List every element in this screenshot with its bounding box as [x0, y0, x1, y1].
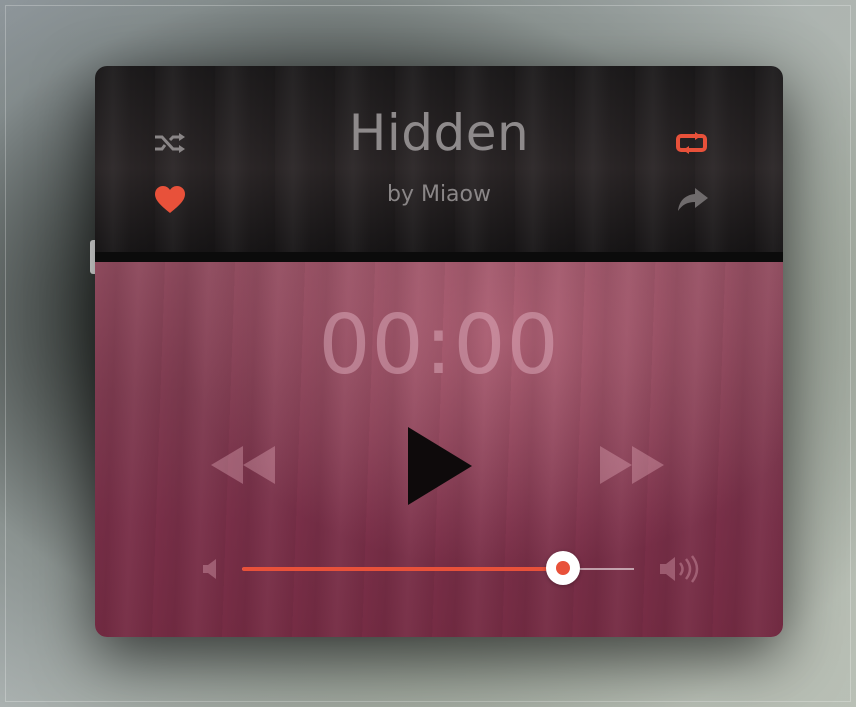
volume-high-icon[interactable]: [658, 555, 702, 583]
seek-bar-fill: [242, 567, 564, 571]
track-artist: by Miaow: [386, 182, 491, 207]
panel-divider: [95, 252, 783, 262]
play-icon[interactable]: [408, 427, 472, 505]
seek-bar[interactable]: [242, 551, 634, 585]
track-info-panel: Hidden by Miaow: [95, 66, 783, 252]
elapsed-time: 00:00: [318, 298, 560, 393]
volume-low-icon[interactable]: [201, 558, 221, 580]
track-title: Hidden: [348, 104, 530, 162]
music-player-widget: Hidden by Miaow 00:00: [95, 66, 783, 637]
rewind-icon[interactable]: [211, 446, 275, 484]
fast-forward-icon[interactable]: [600, 446, 664, 484]
